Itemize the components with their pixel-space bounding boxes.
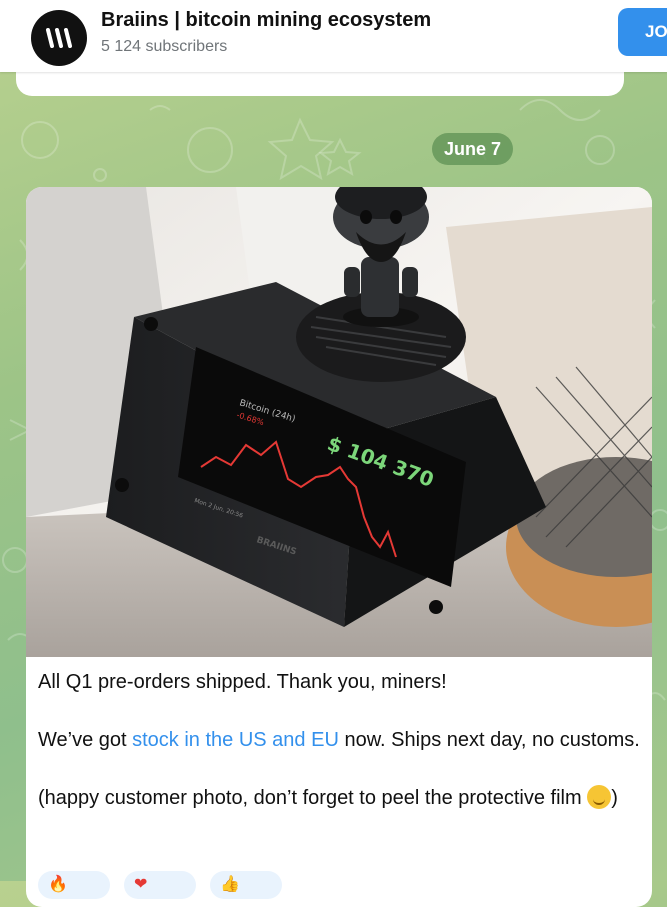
post-photo[interactable]: Bitcoin (24h) -0.68% $ 104 370 Mon 2 Jun… bbox=[26, 187, 652, 657]
post-line-3: (happy customer photo, don’t forget to p… bbox=[38, 784, 640, 812]
fire-icon: 🔥 bbox=[48, 876, 68, 893]
thumbs-up-icon: 👍 bbox=[220, 876, 240, 893]
channel-post: Bitcoin (24h) -0.68% $ 104 370 Mon 2 Jun… bbox=[26, 187, 652, 907]
melting-face-icon bbox=[587, 785, 612, 809]
channel-header: Braiins | bitcoin mining ecosystem 5 124… bbox=[0, 0, 667, 72]
reaction-thumbs-up[interactable]: 👍 bbox=[210, 871, 282, 899]
post-line-1: All Q1 pre-orders shipped. Thank you, mi… bbox=[38, 671, 447, 693]
channel-title[interactable]: Braiins | bitcoin mining ecosystem bbox=[101, 9, 431, 32]
post-line-2: We’ve got stock in the US and EU now. Sh… bbox=[38, 726, 640, 754]
post-line-3-end: ) bbox=[611, 787, 618, 809]
subscriber-count: 5 124 subscribers bbox=[101, 38, 228, 55]
post-text: All Q1 pre-orders shipped. Thank you, mi… bbox=[38, 668, 640, 812]
channel-avatar[interactable] bbox=[31, 10, 87, 66]
reaction-fire[interactable]: 🔥 bbox=[38, 871, 110, 899]
post-line-2-start: We’ve got bbox=[38, 729, 133, 751]
post-line-3-start: (happy customer photo, don’t forget to p… bbox=[38, 787, 588, 809]
date-separator: June 7 bbox=[432, 133, 514, 165]
reaction-heart[interactable]: ❤ bbox=[124, 871, 196, 899]
join-button[interactable]: JOIN bbox=[618, 8, 667, 56]
reactions-bar: 🔥 ❤ 👍 bbox=[38, 871, 282, 899]
braiins-logo-icon bbox=[46, 28, 72, 48]
stock-link[interactable]: stock in the US and EU bbox=[132, 729, 339, 751]
post-line-2-end: now. Ships next day, no customs. bbox=[338, 729, 640, 751]
heart-icon: ❤ bbox=[134, 876, 148, 893]
